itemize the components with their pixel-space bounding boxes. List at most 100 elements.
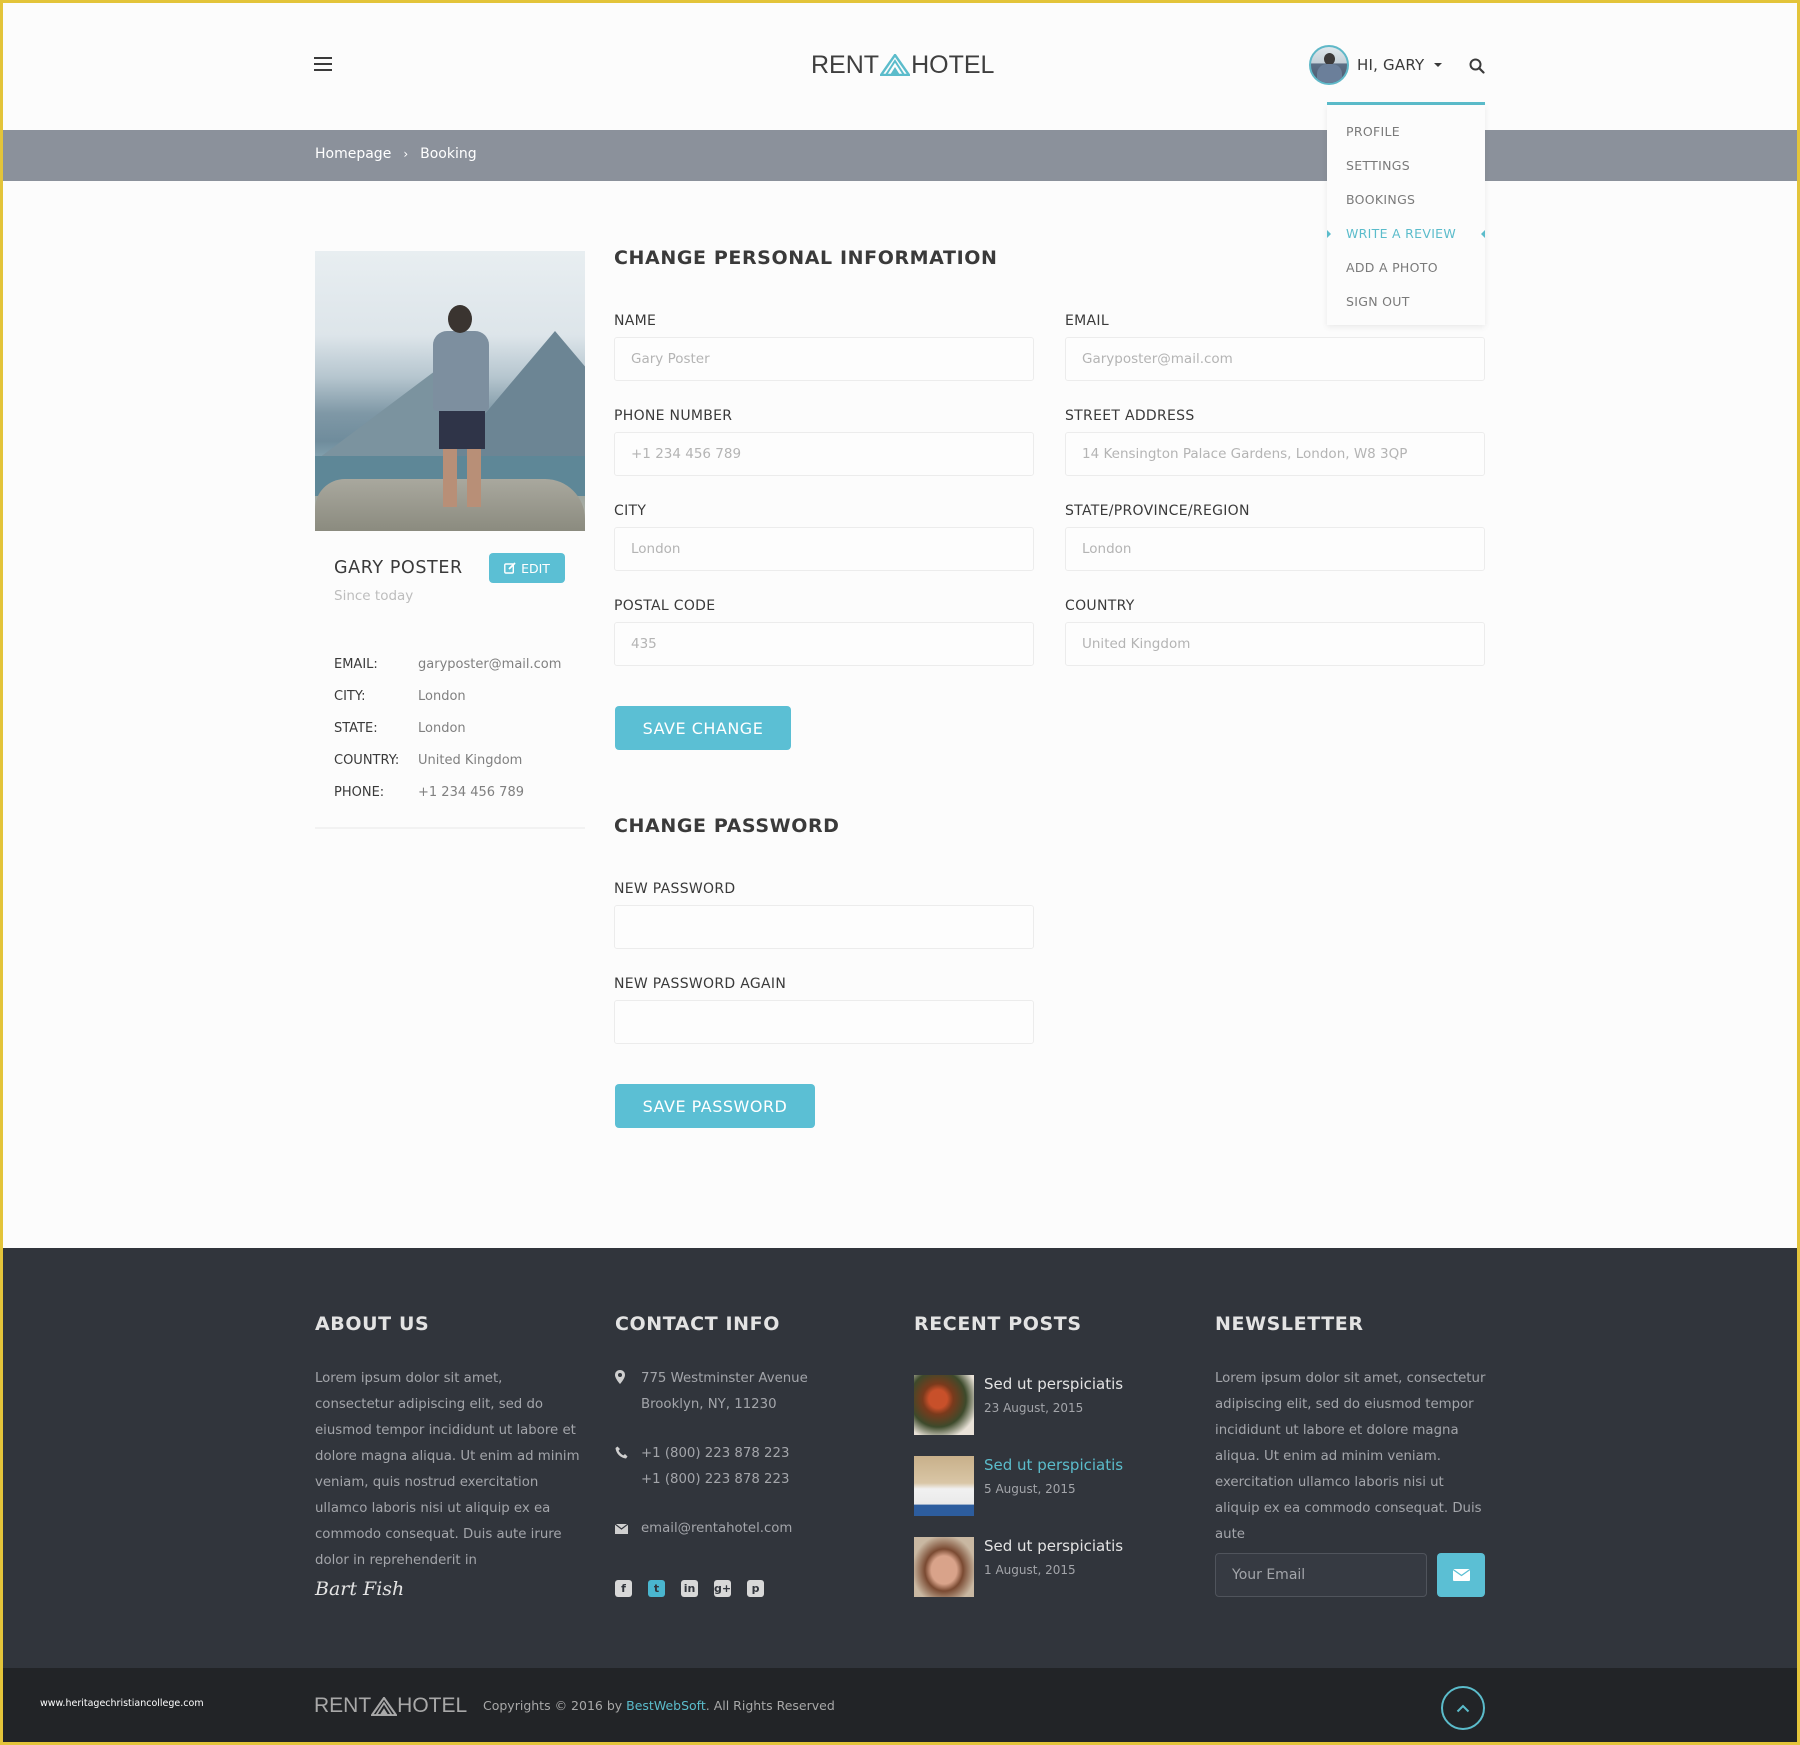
detail-row-email: EMAIL: garyposter@mail.com [334,657,574,689]
envelope-icon [614,1523,629,1534]
avatar [1309,45,1349,85]
save-password-button[interactable]: SAVE PASSWORD [615,1084,815,1128]
edit-icon [504,562,516,574]
brand-link[interactable]: BestWebSoft [626,1698,706,1713]
name-label: NAME [614,313,657,329]
footer-recent-posts: RECENT POSTS [914,1313,1184,1335]
detail-key: EMAIL: [334,657,378,672]
phone-label: PHONE NUMBER [614,408,733,424]
about-text: Lorem ipsum dolor sit amet, consectetur … [315,1371,580,1568]
edit-profile-button[interactable]: EDIT [489,553,565,583]
name-input[interactable] [614,337,1034,381]
menu-item-label: WRITE A REVIEW [1346,226,1457,241]
detail-key: PHONE: [334,785,385,800]
google-plus-icon[interactable]: g+ [714,1580,731,1597]
menu-item-sign-out[interactable]: SIGN OUT [1327,285,1485,319]
state-input[interactable] [1065,527,1485,571]
state-label: STATE/PROVINCE/REGION [1065,503,1250,519]
about-title: ABOUT US [315,1313,430,1335]
post-thumbnail[interactable] [914,1456,974,1516]
social-links: f t in g+ p [615,1580,780,1597]
profile-name: GARY POSTER [334,558,463,578]
street-address-input[interactable] [1065,432,1485,476]
profile-photo [315,251,585,531]
phone-line: +1 (800) 223 878 223 [641,1446,790,1461]
post-thumbnail[interactable] [914,1537,974,1597]
post-thumbnail[interactable] [914,1375,974,1435]
personal-info-title: CHANGE PERSONAL INFORMATION [614,247,998,269]
email-link[interactable]: email@rentahotel.com [641,1516,792,1542]
contact-phones: +1 (800) 223 878 223 +1 (800) 223 878 22… [615,1441,789,1493]
detail-row-city: CITY: London [334,689,574,721]
profile-card: GARY POSTER EDIT Since today EMAIL: gary… [315,251,585,829]
copyright-prefix: Copyrights © 2016 by [483,1698,627,1713]
recent-post: Sed ut perspiciatis 5 August, 2015 [914,1456,1123,1516]
email-input[interactable] [1065,337,1485,381]
edit-label: EDIT [521,560,550,576]
site-logo[interactable]: RENT HOTEL [811,50,995,79]
phone-icon [615,1446,628,1459]
user-menu-toggle[interactable]: HI, GARY [1309,45,1443,85]
new-password-input[interactable] [614,905,1034,949]
phone-line: +1 (800) 223 878 223 [641,1472,790,1487]
menu-item-label: BOOKINGS [1346,192,1416,207]
newsletter-subscribe-button[interactable] [1437,1553,1485,1597]
detail-value: London [418,721,466,736]
city-input[interactable] [614,527,1034,571]
newsletter-title: NEWSLETTER [1215,1313,1364,1335]
linkedin-icon[interactable]: in [681,1580,698,1597]
member-since: Since today [334,588,414,604]
phone-input[interactable] [614,432,1034,476]
address-line: 775 Westminster Avenue [641,1371,808,1386]
post-title[interactable]: Sed ut perspiciatis [984,1375,1123,1393]
footer-contact: CONTACT INFO [615,1313,885,1335]
envelope-icon [1452,1569,1470,1581]
newsletter-email-input[interactable] [1215,1553,1427,1597]
email-label: EMAIL [1065,313,1109,329]
active-arrow-right-icon [1481,230,1485,238]
detail-row-country: COUNTRY: United Kingdom [334,753,574,785]
contact-email: email@rentahotel.com [614,1516,792,1542]
watermark: www.heritagechristiancollege.com [40,1698,204,1709]
footer-newsletter: NEWSLETTER Lorem ipsum dolor sit amet, c… [1215,1313,1487,1548]
footer-logo[interactable]: RENT HOTEL [314,1694,467,1718]
post-date: 5 August, 2015 [984,1482,1076,1496]
city-label: CITY [614,503,647,519]
post-title[interactable]: Sed ut perspiciatis [984,1537,1123,1555]
hamburger-icon[interactable] [314,57,332,72]
detail-key: STATE: [334,721,378,736]
active-arrow-left-icon [1327,230,1331,238]
copyright-suffix: . All Rights Reserved [705,1698,835,1713]
twitter-icon[interactable]: t [648,1580,665,1597]
search-icon[interactable] [1469,58,1485,74]
pinterest-icon[interactable]: p [747,1580,764,1597]
contact-address: 775 Westminster Avenue Brooklyn, NY, 112… [615,1366,808,1418]
logo-text-left: RENT [314,1694,372,1717]
detail-row-state: STATE: London [334,721,574,753]
facebook-icon[interactable]: f [615,1580,632,1597]
post-date: 23 August, 2015 [984,1401,1084,1415]
postal-code-input[interactable] [614,622,1034,666]
country-label: COUNTRY [1065,598,1135,614]
logo-text-right: HOTEL [911,50,995,79]
menu-item-bookings[interactable]: BOOKINGS [1327,183,1485,217]
menu-item-settings[interactable]: SETTINGS [1327,149,1485,183]
menu-item-write-review[interactable]: WRITE A REVIEW [1327,217,1485,251]
detail-value: London [418,689,466,704]
footer-about: ABOUT US Lorem ipsum dolor sit amet, con… [315,1313,585,1574]
post-title[interactable]: Sed ut perspiciatis [984,1456,1123,1474]
breadcrumb-homepage[interactable]: Homepage [315,146,391,162]
country-input[interactable] [1065,622,1485,666]
menu-item-label: SIGN OUT [1346,294,1410,309]
breadcrumb-booking[interactable]: Booking [420,146,477,162]
scroll-to-top-button[interactable] [1441,1686,1485,1730]
menu-item-profile[interactable]: PROFILE [1327,115,1485,149]
new-password-again-label: NEW PASSWORD AGAIN [614,976,787,992]
detail-row-phone: PHONE: +1 234 456 789 [334,785,574,817]
save-change-button[interactable]: SAVE CHANGE [615,706,791,750]
detail-value: +1 234 456 789 [418,785,524,800]
site-footer: ABOUT US Lorem ipsum dolor sit amet, con… [0,1248,1800,1668]
menu-item-add-photo[interactable]: ADD A PHOTO [1327,251,1485,285]
change-password-title: CHANGE PASSWORD [614,815,840,837]
new-password-again-input[interactable] [614,1000,1034,1044]
